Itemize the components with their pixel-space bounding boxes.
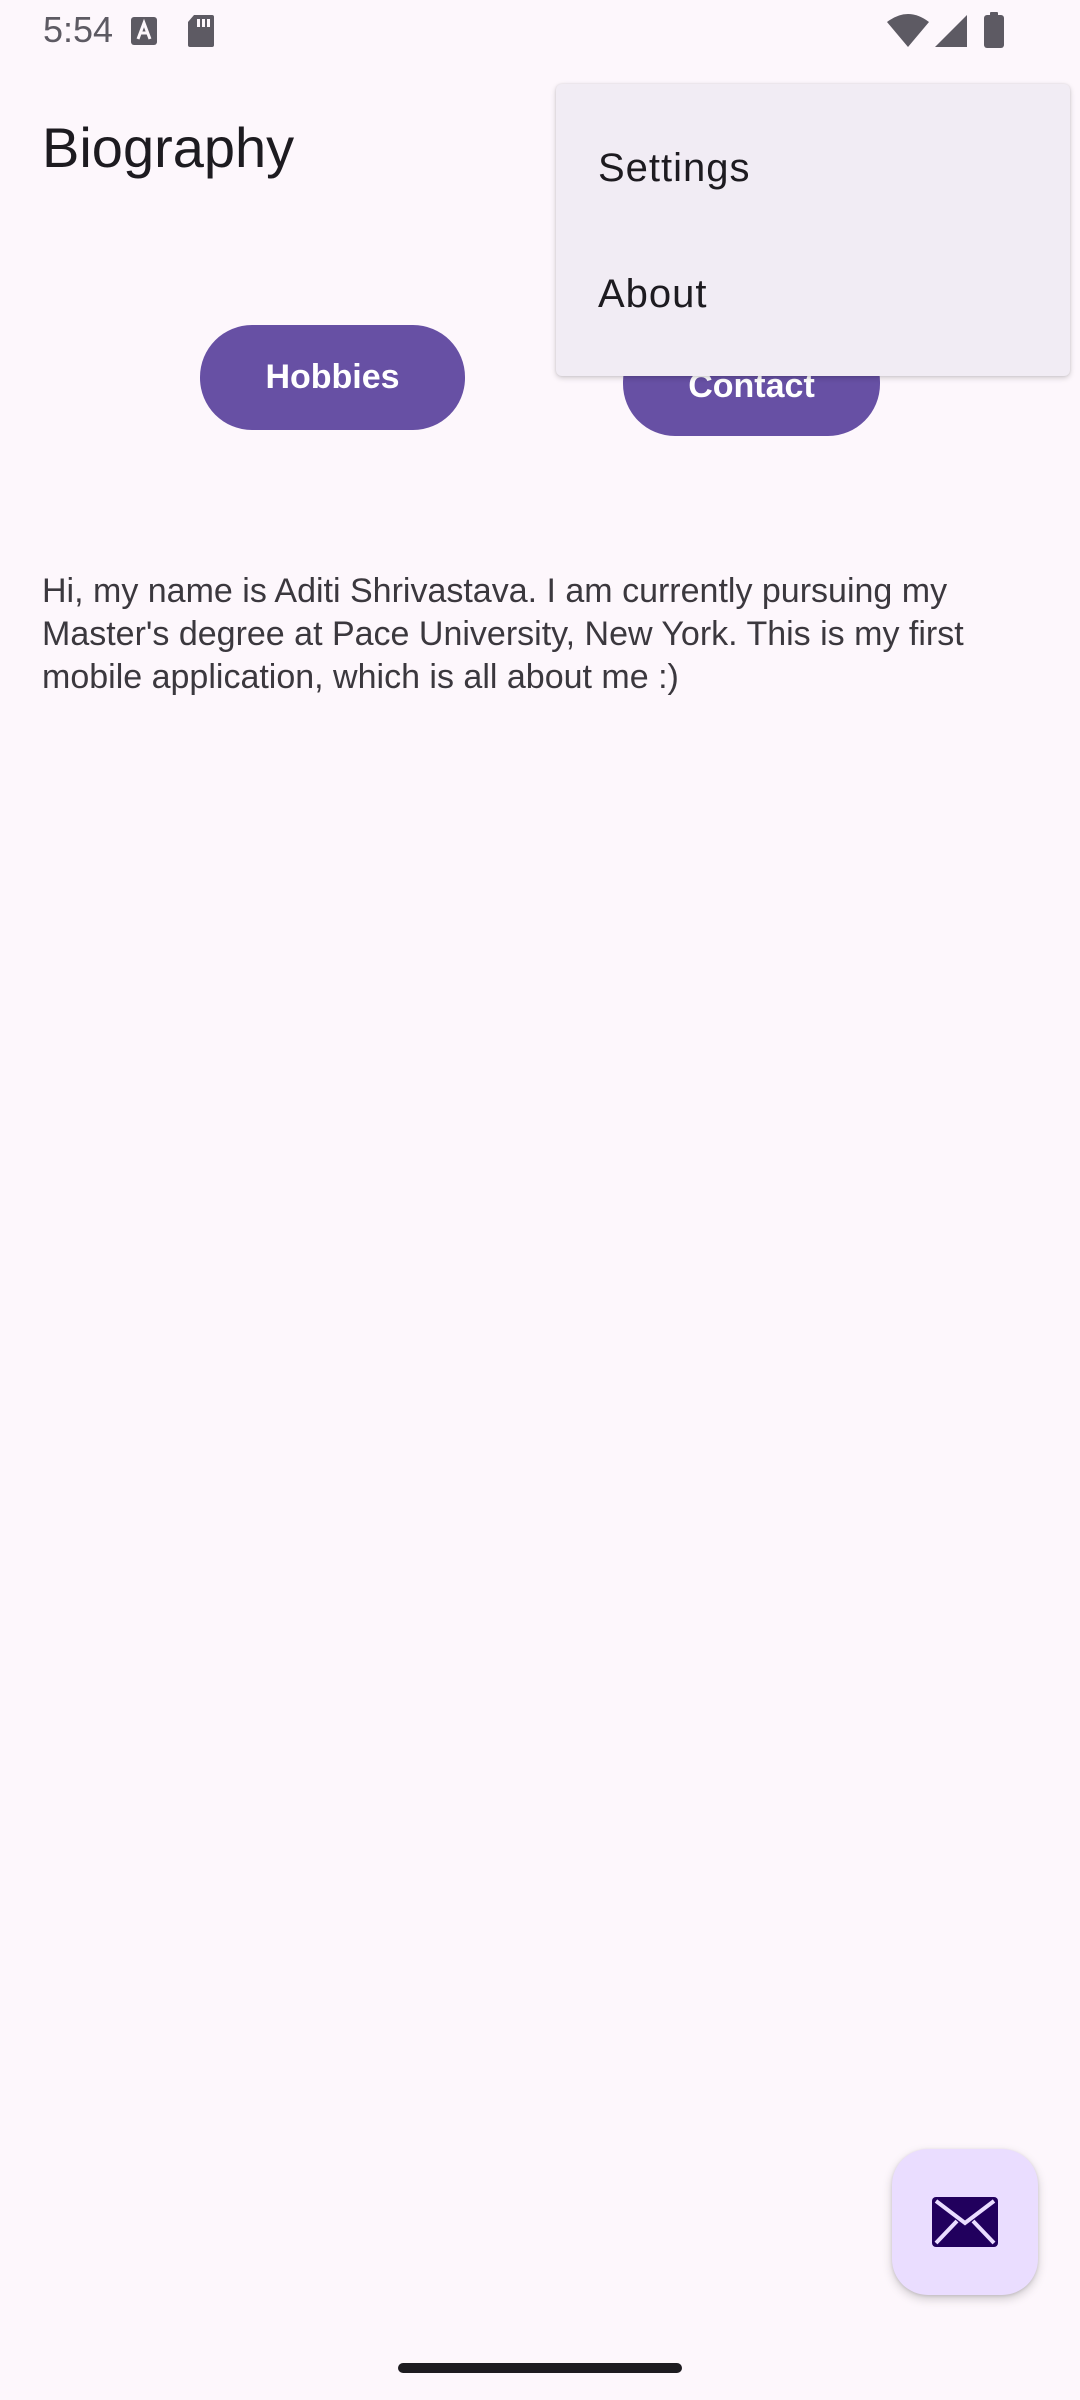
- email-fab[interactable]: [892, 2149, 1038, 2295]
- battery-icon: [984, 12, 1004, 48]
- status-bar: 5:54: [0, 0, 1080, 62]
- wifi-icon: [887, 14, 929, 47]
- bio-text: Hi, my name is Aditi Shrivastava. I am c…: [42, 572, 964, 696]
- cellular-signal-icon: [935, 15, 967, 47]
- menu-item-settings[interactable]: Settings: [556, 106, 1070, 231]
- sd-card-icon: [188, 15, 214, 47]
- hobbies-button[interactable]: Hobbies: [200, 325, 465, 430]
- gesture-nav-handle[interactable]: [398, 2363, 682, 2373]
- status-time: 5:54: [43, 9, 114, 50]
- text-a-icon: [131, 17, 157, 45]
- page-title: Biography: [42, 116, 295, 179]
- mail-icon: [932, 2197, 998, 2247]
- menu-item-about[interactable]: About: [556, 232, 1070, 357]
- overflow-menu: Settings About: [556, 84, 1070, 376]
